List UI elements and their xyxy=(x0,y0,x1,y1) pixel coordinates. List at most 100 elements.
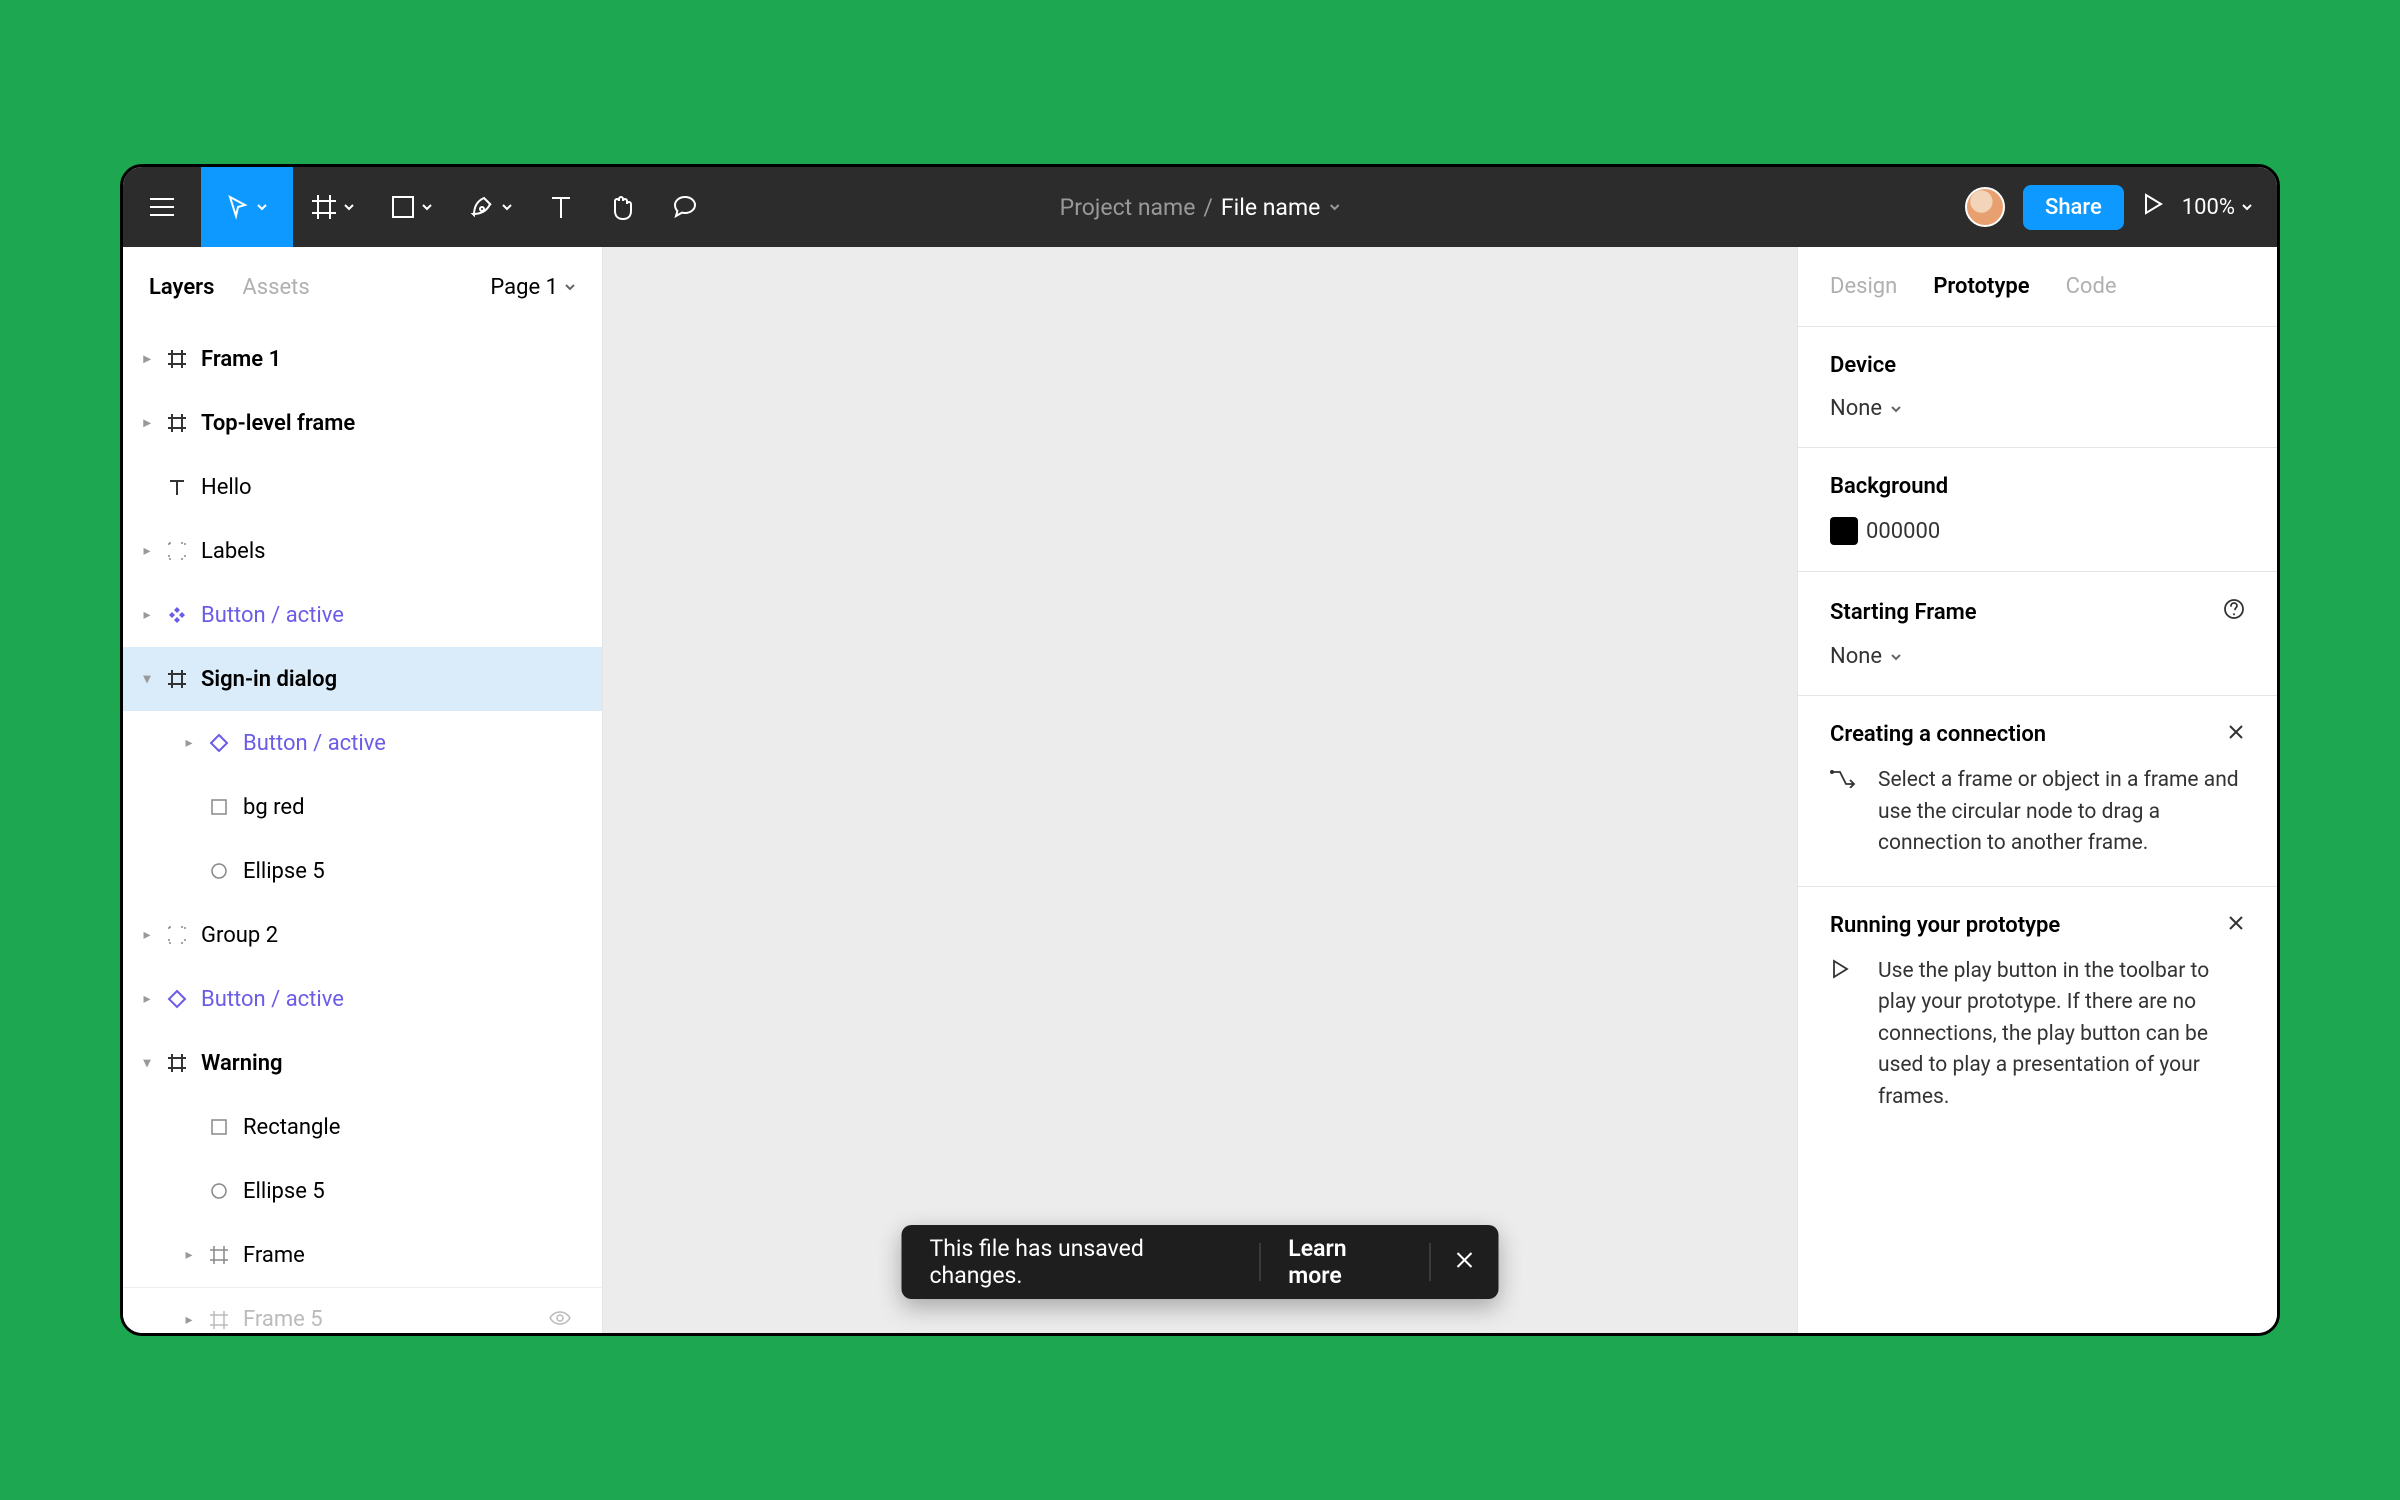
group-icon xyxy=(157,925,197,945)
text-icon xyxy=(549,194,573,220)
ellipse-icon xyxy=(199,862,239,880)
visibility-icon[interactable] xyxy=(548,1307,572,1332)
toast-close-button[interactable] xyxy=(1431,1249,1499,1276)
layer-row[interactable]: ▸ Top-level frame xyxy=(123,391,602,455)
hand-icon xyxy=(609,193,635,221)
group-icon xyxy=(157,541,197,561)
ellipse-icon xyxy=(199,1182,239,1200)
app-window: Project name / File name Share 100% Laye… xyxy=(120,164,2280,1336)
close-icon xyxy=(2227,723,2245,741)
starting-frame-heading: Starting Frame xyxy=(1830,600,1977,625)
starting-frame-section: Starting Frame None xyxy=(1798,572,2277,696)
main-menu-button[interactable] xyxy=(123,167,201,247)
background-heading: Background xyxy=(1830,474,2245,499)
layer-row[interactable]: ▾ Warning xyxy=(123,1031,602,1095)
hand-tool-button[interactable] xyxy=(591,167,653,247)
hint-running: Running your prototype Use the play butt… xyxy=(1798,887,2277,1140)
help-button[interactable] xyxy=(2223,598,2245,626)
toast: This file has unsaved changes. Learn mor… xyxy=(902,1225,1499,1299)
device-section: Device None xyxy=(1798,327,2277,448)
tab-prototype[interactable]: Prototype xyxy=(1933,274,2029,299)
layer-row[interactable]: ▸ Frame xyxy=(123,1223,602,1287)
shape-tool-button[interactable] xyxy=(373,167,451,247)
zoom-control[interactable]: 100% xyxy=(2182,195,2253,220)
chevron-down-icon xyxy=(421,201,433,213)
project-name: Project name xyxy=(1060,194,1196,221)
chevron-down-icon xyxy=(1890,651,1902,663)
rectangle-icon xyxy=(199,798,239,816)
chevron-down-icon xyxy=(256,201,268,213)
layer-row[interactable]: Ellipse 5 xyxy=(123,1159,602,1223)
frame-icon xyxy=(199,1310,239,1330)
frame-icon xyxy=(157,1053,197,1073)
rectangle-icon xyxy=(199,1118,239,1136)
instance-icon xyxy=(157,989,197,1009)
play-icon xyxy=(1830,956,1858,1114)
color-swatch xyxy=(1830,517,1858,545)
file-name: File name xyxy=(1221,194,1320,221)
layer-row[interactable]: ▸ Button / active xyxy=(123,583,602,647)
frame-icon xyxy=(157,669,197,689)
component-icon xyxy=(157,605,197,625)
layer-row[interactable]: ▾ Sign-in dialog xyxy=(123,647,602,711)
chevron-down-icon xyxy=(1890,403,1902,415)
layer-row[interactable]: ▸ Labels xyxy=(123,519,602,583)
tab-layers[interactable]: Layers xyxy=(149,275,214,300)
page-selector[interactable]: Page 1 xyxy=(490,275,576,300)
layer-row[interactable]: bg red xyxy=(123,775,602,839)
text-tool-button[interactable] xyxy=(531,167,591,247)
chevron-down-icon xyxy=(564,281,576,293)
background-color[interactable]: 000000 xyxy=(1830,517,2245,545)
left-panel: Layers Assets Page 1 ▸ Frame 1 ▸ Top-lev… xyxy=(123,247,603,1333)
layer-row[interactable]: Ellipse 5 xyxy=(123,839,602,903)
move-tool-button[interactable] xyxy=(201,167,293,247)
layer-row[interactable]: ▸ Frame 5 xyxy=(123,1287,602,1333)
pen-tool-button[interactable] xyxy=(451,167,531,247)
chevron-down-icon xyxy=(343,201,355,213)
tab-assets[interactable]: Assets xyxy=(242,275,309,300)
comment-icon xyxy=(671,193,699,221)
play-icon xyxy=(2142,192,2164,216)
right-panel: Design Prototype Code Device None Backgr… xyxy=(1797,247,2277,1333)
chevron-down-icon xyxy=(2241,201,2253,213)
help-icon xyxy=(2223,598,2245,620)
layer-row[interactable]: ▸ Group 2 xyxy=(123,903,602,967)
frame-icon xyxy=(157,349,197,369)
toolbar: Project name / File name Share 100% xyxy=(123,167,2277,247)
text-icon xyxy=(157,477,197,497)
frame-tool-button[interactable] xyxy=(293,167,373,247)
present-button[interactable] xyxy=(2142,192,2164,222)
chevron-down-icon xyxy=(501,201,513,213)
layer-row[interactable]: ▸ Button / active xyxy=(123,711,602,775)
layer-row[interactable]: ▸ Frame 1 xyxy=(123,327,602,391)
rectangle-icon xyxy=(391,195,415,219)
toast-message: This file has unsaved changes. xyxy=(902,1235,1260,1289)
layer-tree: ▸ Frame 1 ▸ Top-level frame Hello ▸ xyxy=(123,327,602,1333)
chevron-down-icon xyxy=(1328,201,1340,213)
layer-row[interactable]: Rectangle xyxy=(123,1095,602,1159)
starting-frame-selector[interactable]: None xyxy=(1830,644,2245,669)
learn-more-button[interactable]: Learn more xyxy=(1260,1235,1429,1289)
instance-icon xyxy=(199,733,239,753)
connection-icon xyxy=(1830,765,1858,860)
avatar[interactable] xyxy=(1965,187,2005,227)
canvas[interactable]: This file has unsaved changes. Learn mor… xyxy=(603,247,1797,1333)
close-icon xyxy=(1455,1250,1475,1270)
background-section: Background 000000 xyxy=(1798,448,2277,572)
pen-icon xyxy=(469,194,495,220)
hint-close-button[interactable] xyxy=(2227,722,2245,747)
cursor-icon xyxy=(226,194,250,220)
layer-row[interactable]: Hello xyxy=(123,455,602,519)
tab-code[interactable]: Code xyxy=(2066,274,2117,299)
document-title[interactable]: Project name / File name xyxy=(1060,194,1341,221)
device-selector[interactable]: None xyxy=(1830,396,2245,421)
tab-design[interactable]: Design xyxy=(1830,274,1897,299)
hint-close-button[interactable] xyxy=(2227,913,2245,938)
hint-connection: Creating a connection Select a frame or … xyxy=(1798,696,2277,887)
share-button[interactable]: Share xyxy=(2023,185,2124,230)
comment-tool-button[interactable] xyxy=(653,167,717,247)
layer-row[interactable]: ▸ Button / active xyxy=(123,967,602,1031)
frame-icon xyxy=(157,413,197,433)
device-heading: Device xyxy=(1830,353,2245,378)
close-icon xyxy=(2227,914,2245,932)
